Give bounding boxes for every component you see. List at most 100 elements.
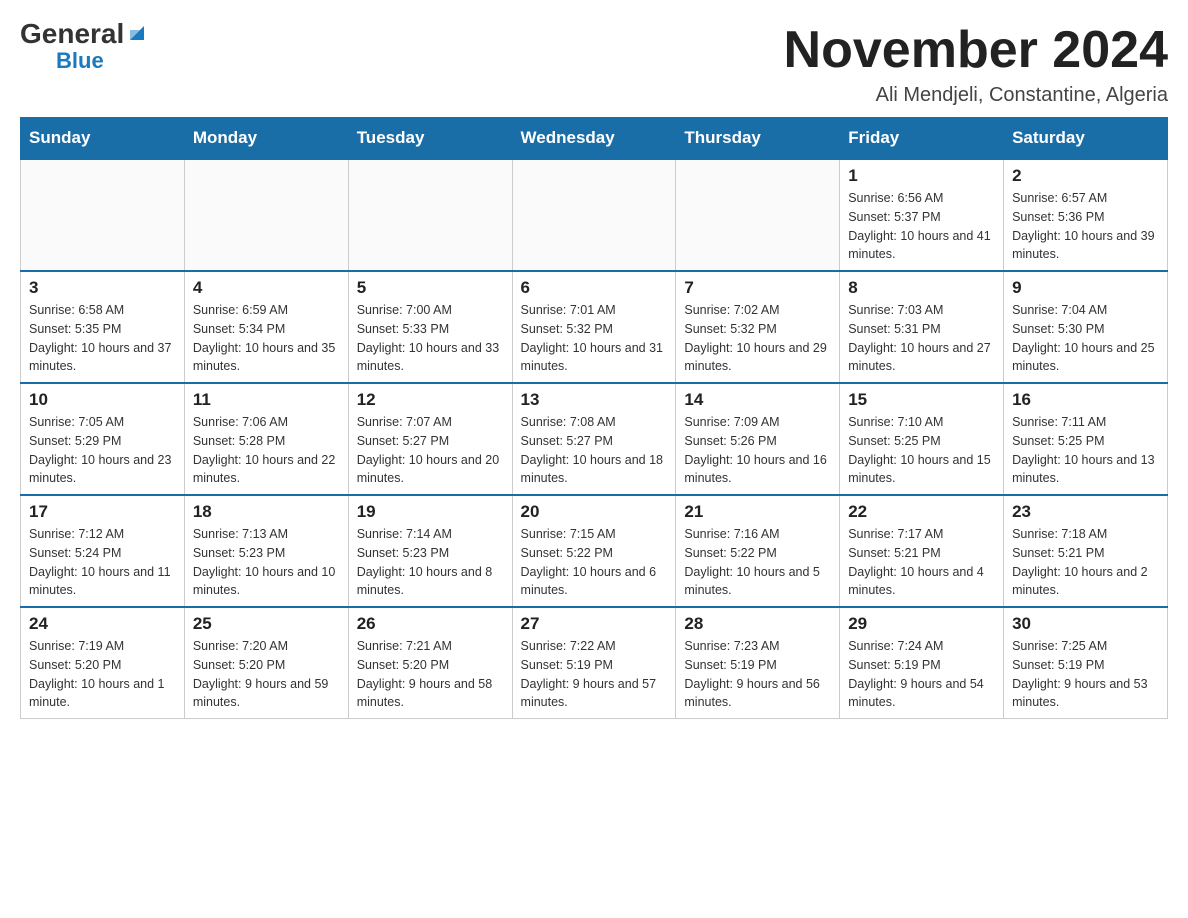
week-row-1: 1Sunrise: 6:56 AM Sunset: 5:37 PM Daylig…: [21, 159, 1168, 271]
sun-info: Sunrise: 7:02 AM Sunset: 5:32 PM Dayligh…: [684, 301, 831, 376]
calendar-cell: 2 Sunrise: 6:57 AM Sunset: 5:36 PM Daylig…: [1004, 159, 1168, 271]
day-number: 11: [193, 390, 340, 410]
sun-info: Sunrise: 7:19 AM Sunset: 5:20 PM Dayligh…: [29, 637, 176, 712]
calendar-table: SundayMondayTuesdayWednesdayThursdayFrid…: [20, 117, 1168, 719]
day-number: 9: [1012, 278, 1159, 298]
day-number: 3: [29, 278, 176, 298]
day-number: 4: [193, 278, 340, 298]
sun-info: Sunrise: 7:18 AM Sunset: 5:21 PM Dayligh…: [1012, 525, 1159, 600]
sun-info: Sunrise: 7:06 AM Sunset: 5:28 PM Dayligh…: [193, 413, 340, 488]
sun-info: Sunrise: 7:07 AM Sunset: 5:27 PM Dayligh…: [357, 413, 504, 488]
calendar-cell: 23 Sunrise: 7:18 AM Sunset: 5:21 PM Dayli…: [1004, 495, 1168, 607]
day-number: 22: [848, 502, 995, 522]
sun-info: Sunrise: 6:59 AM Sunset: 5:34 PM Dayligh…: [193, 301, 340, 376]
day-number: 6: [521, 278, 668, 298]
sun-info: Sunrise: 7:15 AM Sunset: 5:22 PM Dayligh…: [521, 525, 668, 600]
day-number: 16: [1012, 390, 1159, 410]
week-row-3: 10Sunrise: 7:05 AM Sunset: 5:29 PM Dayli…: [21, 383, 1168, 495]
calendar-cell: 8 Sunrise: 7:03 AM Sunset: 5:31 PM Daylig…: [840, 271, 1004, 383]
calendar-cell: 15 Sunrise: 7:10 AM Sunset: 5:25 PM Dayli…: [840, 383, 1004, 495]
sun-info: Sunrise: 7:08 AM Sunset: 5:27 PM Dayligh…: [521, 413, 668, 488]
sun-info: Sunrise: 7:25 AM Sunset: 5:19 PM Dayligh…: [1012, 637, 1159, 712]
day-number: 25: [193, 614, 340, 634]
sun-info: Sunrise: 6:56 AM Sunset: 5:37 PM Dayligh…: [848, 189, 995, 264]
sun-info: Sunrise: 7:16 AM Sunset: 5:22 PM Dayligh…: [684, 525, 831, 600]
calendar-cell: [348, 159, 512, 271]
week-row-2: 3Sunrise: 6:58 AM Sunset: 5:35 PM Daylig…: [21, 271, 1168, 383]
sun-info: Sunrise: 7:05 AM Sunset: 5:29 PM Dayligh…: [29, 413, 176, 488]
day-number: 18: [193, 502, 340, 522]
calendar-cell: 3Sunrise: 6:58 AM Sunset: 5:35 PM Daylig…: [21, 271, 185, 383]
calendar-cell: 25 Sunrise: 7:20 AM Sunset: 5:20 PM Dayli…: [184, 607, 348, 719]
calendar-cell: [184, 159, 348, 271]
calendar-cell: 6 Sunrise: 7:01 AM Sunset: 5:32 PM Daylig…: [512, 271, 676, 383]
calendar-cell: 12 Sunrise: 7:07 AM Sunset: 5:27 PM Dayli…: [348, 383, 512, 495]
calendar-cell: 9Sunrise: 7:04 AM Sunset: 5:30 PM Daylig…: [1004, 271, 1168, 383]
sun-info: Sunrise: 7:03 AM Sunset: 5:31 PM Dayligh…: [848, 301, 995, 376]
calendar-cell: 14Sunrise: 7:09 AM Sunset: 5:26 PM Dayli…: [676, 383, 840, 495]
sun-info: Sunrise: 7:24 AM Sunset: 5:19 PM Dayligh…: [848, 637, 995, 712]
day-number: 23: [1012, 502, 1159, 522]
weekday-header-row: SundayMondayTuesdayWednesdayThursdayFrid…: [21, 118, 1168, 160]
weekday-header-wednesday: Wednesday: [512, 118, 676, 160]
sun-info: Sunrise: 7:14 AM Sunset: 5:23 PM Dayligh…: [357, 525, 504, 600]
calendar-cell: 19Sunrise: 7:14 AM Sunset: 5:23 PM Dayli…: [348, 495, 512, 607]
day-number: 26: [357, 614, 504, 634]
day-number: 7: [684, 278, 831, 298]
sun-info: Sunrise: 7:11 AM Sunset: 5:25 PM Dayligh…: [1012, 413, 1159, 488]
sun-info: Sunrise: 7:17 AM Sunset: 5:21 PM Dayligh…: [848, 525, 995, 600]
calendar-cell: 21 Sunrise: 7:16 AM Sunset: 5:22 PM Dayli…: [676, 495, 840, 607]
location-text: Ali Mendjeli, Constantine, Algeria: [784, 84, 1168, 107]
calendar-cell: 5Sunrise: 7:00 AM Sunset: 5:33 PM Daylig…: [348, 271, 512, 383]
sun-info: Sunrise: 7:00 AM Sunset: 5:33 PM Dayligh…: [357, 301, 504, 376]
day-number: 21: [684, 502, 831, 522]
weekday-header-tuesday: Tuesday: [348, 118, 512, 160]
calendar-cell: 11 Sunrise: 7:06 AM Sunset: 5:28 PM Dayli…: [184, 383, 348, 495]
day-number: 24: [29, 614, 176, 634]
calendar-cell: 17 Sunrise: 7:12 AM Sunset: 5:24 PM Dayli…: [21, 495, 185, 607]
calendar-cell: 30Sunrise: 7:25 AM Sunset: 5:19 PM Dayli…: [1004, 607, 1168, 719]
calendar-cell: [512, 159, 676, 271]
day-number: 12: [357, 390, 504, 410]
day-number: 2: [1012, 166, 1159, 186]
calendar-cell: 24 Sunrise: 7:19 AM Sunset: 5:20 PM Dayli…: [21, 607, 185, 719]
calendar-cell: 10Sunrise: 7:05 AM Sunset: 5:29 PM Dayli…: [21, 383, 185, 495]
calendar-cell: 28 Sunrise: 7:23 AM Sunset: 5:19 PM Dayli…: [676, 607, 840, 719]
sun-info: Sunrise: 7:12 AM Sunset: 5:24 PM Dayligh…: [29, 525, 176, 600]
logo: General Blue: [20, 20, 148, 74]
weekday-header-friday: Friday: [840, 118, 1004, 160]
day-number: 13: [521, 390, 668, 410]
day-number: 14: [684, 390, 831, 410]
sun-info: Sunrise: 7:20 AM Sunset: 5:20 PM Dayligh…: [193, 637, 340, 712]
calendar-cell: 16 Sunrise: 7:11 AM Sunset: 5:25 PM Dayli…: [1004, 383, 1168, 495]
calendar-cell: 29 Sunrise: 7:24 AM Sunset: 5:19 PM Dayli…: [840, 607, 1004, 719]
calendar-cell: [676, 159, 840, 271]
sun-info: Sunrise: 7:23 AM Sunset: 5:19 PM Dayligh…: [684, 637, 831, 712]
logo-general-text: General: [20, 20, 124, 48]
calendar-cell: 13 Sunrise: 7:08 AM Sunset: 5:27 PM Dayli…: [512, 383, 676, 495]
calendar-cell: 27Sunrise: 7:22 AM Sunset: 5:19 PM Dayli…: [512, 607, 676, 719]
weekday-header-saturday: Saturday: [1004, 118, 1168, 160]
title-section: November 2024 Ali Mendjeli, Constantine,…: [784, 20, 1168, 107]
calendar-cell: [21, 159, 185, 271]
calendar-cell: 18 Sunrise: 7:13 AM Sunset: 5:23 PM Dayli…: [184, 495, 348, 607]
sun-info: Sunrise: 7:01 AM Sunset: 5:32 PM Dayligh…: [521, 301, 668, 376]
calendar-cell: 22 Sunrise: 7:17 AM Sunset: 5:21 PM Dayli…: [840, 495, 1004, 607]
sun-info: Sunrise: 7:13 AM Sunset: 5:23 PM Dayligh…: [193, 525, 340, 600]
week-row-5: 24 Sunrise: 7:19 AM Sunset: 5:20 PM Dayli…: [21, 607, 1168, 719]
logo-blue-text: Blue: [56, 48, 104, 74]
calendar-cell: 4 Sunrise: 6:59 AM Sunset: 5:34 PM Daylig…: [184, 271, 348, 383]
sun-info: Sunrise: 7:21 AM Sunset: 5:20 PM Dayligh…: [357, 637, 504, 712]
calendar-cell: 7 Sunrise: 7:02 AM Sunset: 5:32 PM Daylig…: [676, 271, 840, 383]
weekday-header-monday: Monday: [184, 118, 348, 160]
day-number: 15: [848, 390, 995, 410]
weekday-header-sunday: Sunday: [21, 118, 185, 160]
day-number: 17: [29, 502, 176, 522]
day-number: 8: [848, 278, 995, 298]
sun-info: Sunrise: 7:10 AM Sunset: 5:25 PM Dayligh…: [848, 413, 995, 488]
day-number: 28: [684, 614, 831, 634]
sun-info: Sunrise: 6:57 AM Sunset: 5:36 PM Dayligh…: [1012, 189, 1159, 264]
day-number: 20: [521, 502, 668, 522]
logo-bird-icon: [126, 22, 148, 44]
day-number: 29: [848, 614, 995, 634]
